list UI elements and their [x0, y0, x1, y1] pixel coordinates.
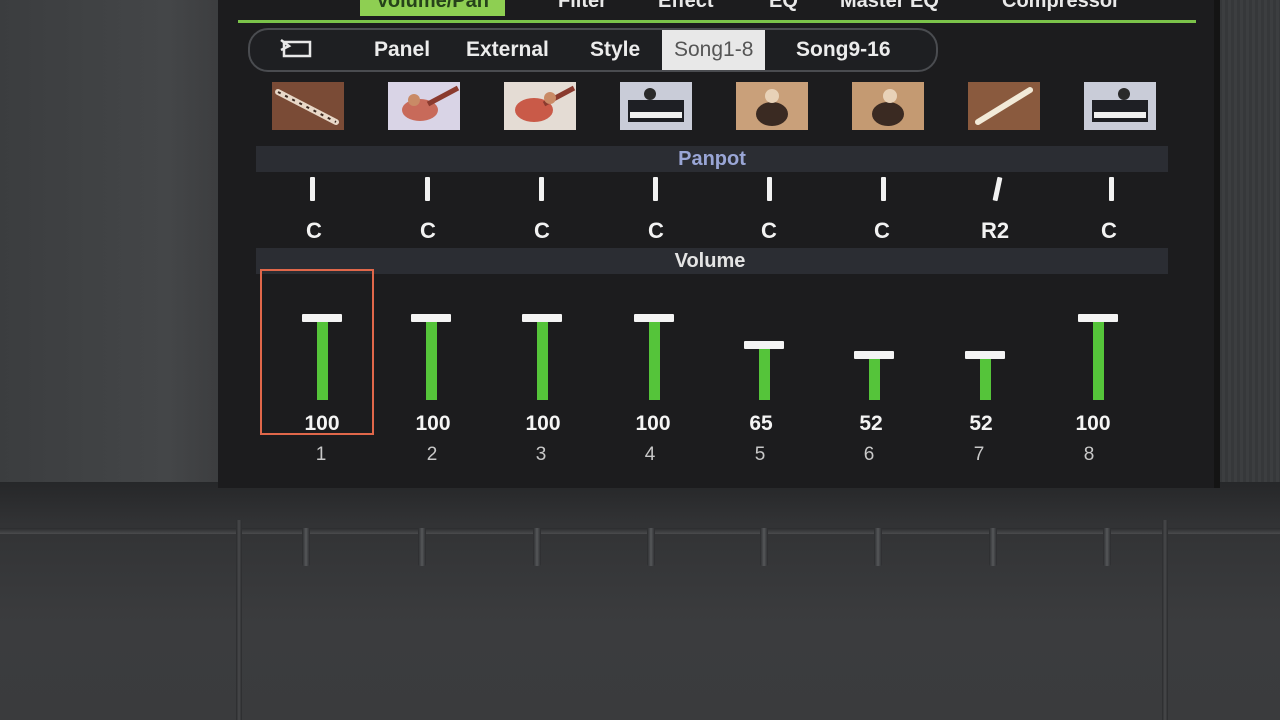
drum-kit-icon[interactable] — [736, 82, 808, 130]
channel-number: 5 — [754, 444, 766, 465]
pan-value: C — [420, 218, 436, 243]
hardware-button-1[interactable] — [302, 528, 310, 566]
hardware-button-6[interactable] — [874, 528, 882, 566]
pan-value: C — [874, 218, 890, 243]
fader-bar-2 — [426, 322, 437, 400]
pan-value: C — [761, 218, 777, 243]
volume-value: 100 — [525, 412, 561, 435]
tab-compressor[interactable]: Compressor — [1002, 0, 1120, 16]
fader-bar-7 — [980, 359, 991, 400]
fader-bar-4 — [649, 322, 660, 400]
subtab-song-1-8[interactable]: Song1-8 — [662, 30, 766, 70]
channel-number: 3 — [535, 444, 547, 465]
device-bezel-left — [0, 0, 240, 500]
fader-bar-3 — [537, 322, 548, 400]
subtab-style[interactable]: Style — [590, 30, 640, 70]
subtab-song-9-16[interactable]: Song9-16 — [796, 30, 891, 70]
subtab-panel[interactable]: Panel — [374, 30, 430, 70]
button-rail — [0, 528, 1280, 534]
channel-number: 6 — [863, 444, 875, 465]
pan-knob-5[interactable] — [767, 177, 772, 201]
fader-bar-1 — [317, 322, 328, 400]
piano-icon[interactable] — [620, 82, 692, 130]
panel-edge — [1162, 520, 1168, 720]
pan-value: C — [534, 218, 550, 243]
fader-bar-6 — [869, 359, 880, 400]
pan-knob-1[interactable] — [310, 177, 315, 201]
fader-handle-2[interactable] — [411, 314, 451, 322]
pan-knob-3[interactable] — [539, 177, 544, 201]
guitar-icon[interactable] — [388, 82, 460, 130]
pan-value: C — [1101, 218, 1117, 243]
clarinet-icon[interactable] — [272, 82, 344, 130]
tab-volume-pan[interactable]: Volume/Pan — [360, 0, 505, 16]
hardware-button-3[interactable] — [533, 528, 541, 566]
volume-value: 52 — [859, 412, 883, 435]
volume-title: Volume — [674, 250, 746, 272]
tab-master-eq[interactable]: Master EQ — [840, 0, 939, 16]
piano-icon[interactable] — [1084, 82, 1156, 130]
channel-number: 4 — [644, 444, 656, 465]
tab-effect[interactable]: Effect — [658, 0, 714, 16]
flute-icon[interactable] — [968, 82, 1040, 130]
fader-handle-6[interactable] — [854, 351, 894, 359]
return-icon[interactable] — [280, 39, 314, 59]
voice-icon-row — [258, 82, 1198, 138]
pan-value: R2 — [980, 218, 1010, 243]
fader-bar-8 — [1093, 322, 1104, 400]
hardware-button-7[interactable] — [989, 528, 997, 566]
volume-value: 100 — [415, 412, 451, 435]
hardware-button-2[interactable] — [418, 528, 426, 566]
pan-knob-6[interactable] — [881, 177, 886, 201]
fader-handle-1[interactable] — [302, 314, 342, 322]
volume-value: 52 — [969, 412, 993, 435]
hardware-button-5[interactable] — [760, 528, 768, 566]
lcd-screen: Volume/Pan Filter Effect EQ Master EQ Co… — [218, 0, 1220, 488]
panpot-title: Panpot — [678, 148, 746, 170]
pan-knob-2[interactable] — [425, 177, 430, 201]
pan-knob-4[interactable] — [653, 177, 658, 201]
pan-knob-8[interactable] — [1109, 177, 1114, 201]
volume-value: 100 — [635, 412, 671, 435]
tab-eq[interactable]: EQ — [769, 0, 798, 16]
fader-handle-5[interactable] — [744, 341, 784, 349]
fader-bar-5 — [759, 349, 770, 400]
fader-handle-7[interactable] — [965, 351, 1005, 359]
channel-number: 1 — [315, 444, 327, 465]
channel-number: 2 — [426, 444, 438, 465]
channel-number: 7 — [973, 444, 985, 465]
fader-handle-4[interactable] — [634, 314, 674, 322]
guitar-icon[interactable] — [504, 82, 576, 130]
hardware-button-8[interactable] — [1103, 528, 1111, 566]
panel-edge — [236, 520, 242, 720]
volume-value: 65 — [749, 412, 773, 435]
pan-knob-7[interactable] — [992, 176, 1003, 202]
drum-kit-icon[interactable] — [852, 82, 924, 130]
subtab-external[interactable]: External — [466, 30, 549, 70]
hardware-button-4[interactable] — [647, 528, 655, 566]
fader-handle-3[interactable] — [522, 314, 562, 322]
part-selector: Panel External Style Song1-8 Song9-16 — [248, 28, 938, 72]
volume-value: 100 — [304, 412, 340, 435]
device-panel-bottom — [0, 482, 1280, 720]
fader-handle-8[interactable] — [1078, 314, 1118, 322]
top-tab-bar: Volume/Pan Filter Effect EQ Master EQ Co… — [238, 0, 1196, 23]
pan-value: C — [306, 218, 322, 243]
channel-number: 8 — [1083, 444, 1095, 465]
pan-value: C — [648, 218, 664, 243]
volume-value: 100 — [1075, 412, 1111, 435]
tab-filter[interactable]: Filter — [558, 0, 607, 16]
